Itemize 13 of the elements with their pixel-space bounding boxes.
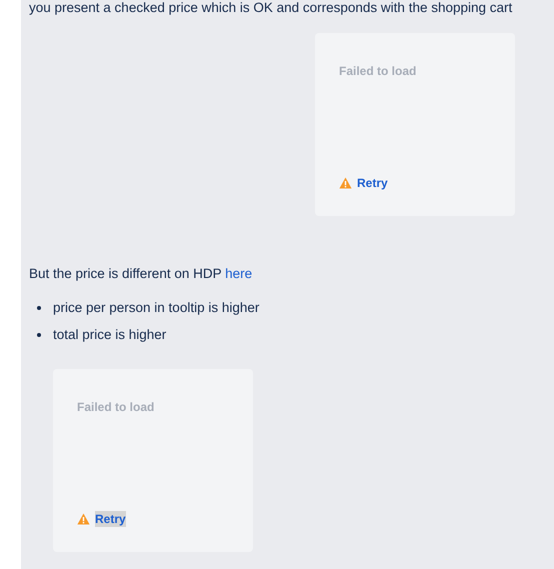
error-message: Failed to load [339, 63, 418, 80]
bullet-text: price per person in tooltip is higher [53, 299, 260, 317]
bullet-text: total price is higher [53, 326, 166, 344]
paragraph-text: But the price is different on HDP here [29, 265, 254, 283]
retry-link[interactable]: Retry [95, 511, 126, 527]
warning-icon [77, 513, 90, 525]
bullet-icon [37, 306, 41, 310]
here-link[interactable]: here [225, 266, 252, 281]
error-message: Failed to load [77, 399, 156, 416]
bullet-icon [37, 333, 41, 337]
intro-text: you present a checked price which is OK and corresponds with the shopping cart [29, 0, 514, 16]
retry-link[interactable]: Retry [357, 175, 388, 191]
warning-icon [339, 177, 352, 189]
